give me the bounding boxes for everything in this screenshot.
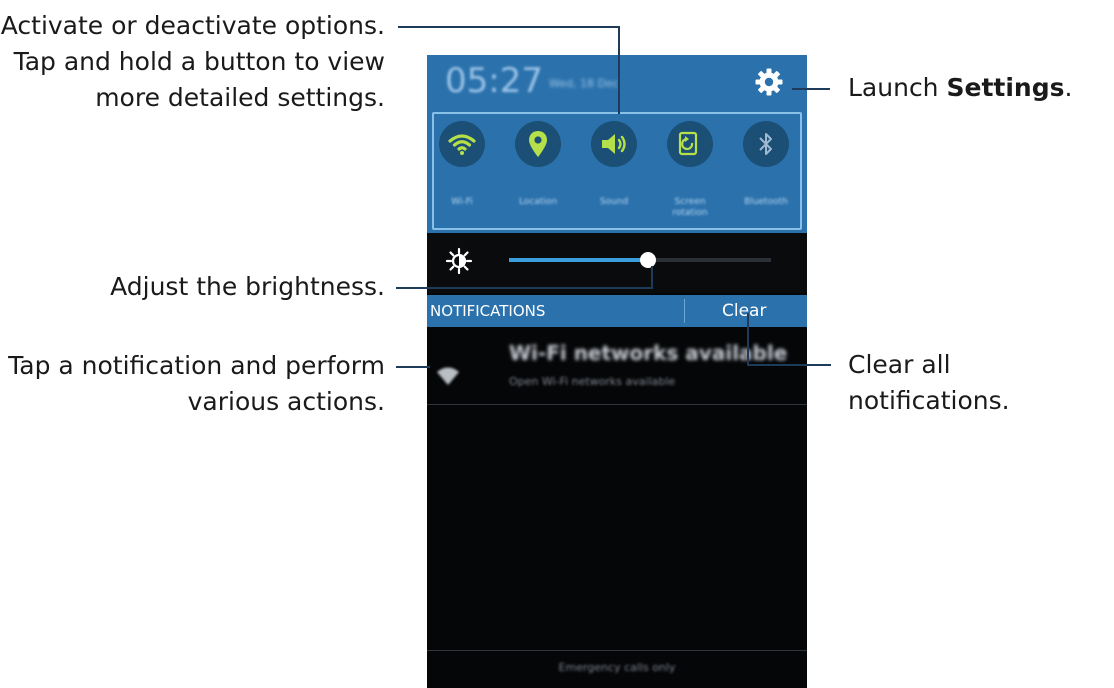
notification-title: Wi-Fi networks available: [509, 341, 788, 365]
brightness-slider-fill: [509, 258, 648, 262]
leader-options-horizontal: [398, 26, 620, 28]
leader-notification: [396, 366, 430, 368]
quick-settings-highlight: [432, 112, 802, 230]
callout-settings-prefix: Launch: [848, 73, 947, 102]
brightness-slider-thumb[interactable]: [639, 252, 656, 268]
brightness-sun-icon: [445, 247, 473, 275]
callout-settings-bold: Settings: [946, 73, 1065, 102]
notification-subtitle: Open Wi-Fi networks available: [509, 375, 676, 388]
callout-settings: Launch Settings.: [848, 70, 1072, 106]
callout-clear: Clear all notifications.: [848, 347, 1114, 419]
leader-options-vertical: [618, 26, 620, 114]
leader-settings: [792, 88, 830, 90]
callout-options: Activate or deactivate options. Tap and …: [1, 8, 385, 116]
clear-button[interactable]: Clear: [722, 301, 766, 321]
callout-notification: Tap a notification and perform various a…: [8, 348, 385, 420]
emergency-calls-text: Emergency calls only: [558, 661, 676, 674]
notification-item[interactable]: Wi-Fi networks available Open Wi-Fi netw…: [427, 327, 807, 405]
leader-brightness-vertical: [651, 266, 653, 289]
status-date: Wed, 18 Dec: [549, 77, 619, 90]
brightness-row: [427, 233, 807, 293]
footer-divider: [427, 650, 807, 651]
callout-brightness-text: Adjust the brightness.: [110, 272, 385, 301]
callout-options-line-2: Tap and hold a button to view: [13, 47, 385, 76]
leader-clear-vertical: [747, 313, 749, 365]
callout-notification-line-1: Tap a notification and perform: [8, 351, 385, 380]
notifications-header: NOTIFICATIONS Clear: [427, 295, 807, 327]
gear-icon[interactable]: [755, 68, 783, 96]
header-divider: [684, 299, 685, 323]
callout-options-line-3: more detailed settings.: [95, 83, 385, 112]
brightness-slider[interactable]: [509, 252, 771, 268]
notifications-title: NOTIFICATIONS: [430, 302, 546, 320]
leader-brightness-horizontal: [396, 287, 653, 289]
callout-notification-line-2: various actions.: [187, 387, 385, 416]
callout-clear-text: Clear all notifications.: [848, 350, 1010, 415]
callout-settings-suffix: .: [1064, 73, 1073, 102]
callout-options-line-1: Activate or deactivate options.: [0, 11, 385, 40]
callout-brightness: Adjust the brightness.: [110, 269, 385, 305]
status-bar: 05:27 Wed, 18 Dec: [427, 55, 807, 107]
wifi-notification-icon: [437, 367, 459, 385]
leader-clear-horizontal: [747, 364, 831, 366]
status-clock: 05:27: [445, 61, 543, 101]
